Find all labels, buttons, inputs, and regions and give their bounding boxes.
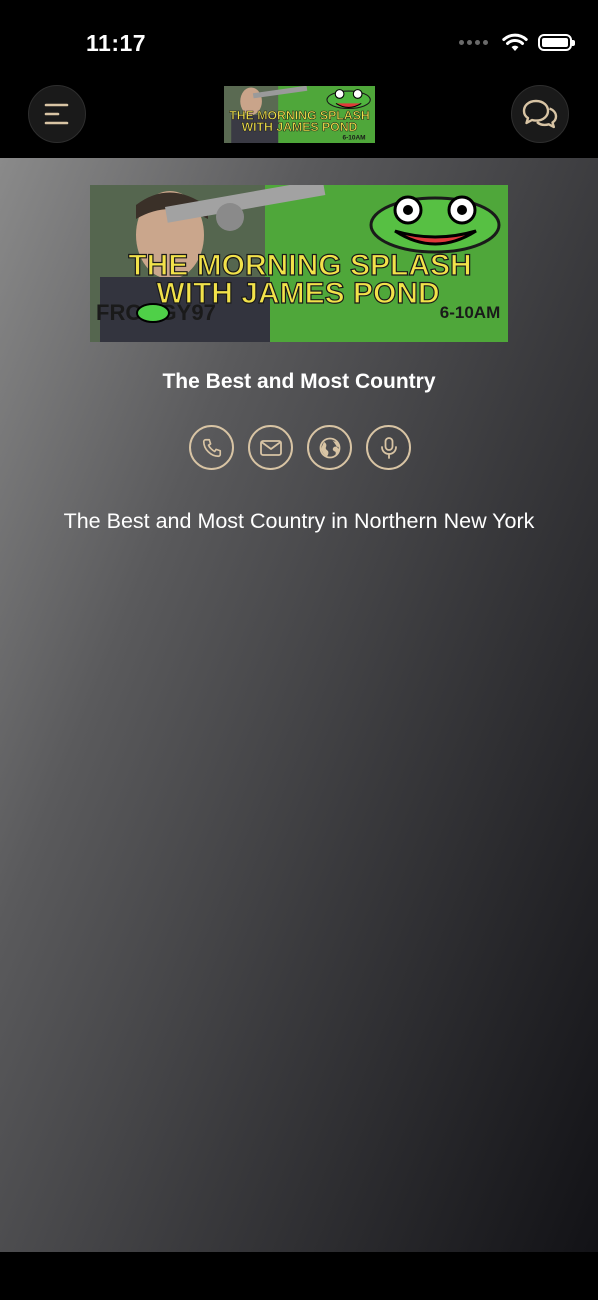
show-banner-image: THE MORNING SPLASH WITH JAMES POND FROGG…: [90, 185, 508, 342]
station-info-panel: THE MORNING SPLASH WITH JAMES POND FROGG…: [0, 158, 598, 1252]
phone-icon: [202, 438, 221, 457]
menu-button[interactable]: [28, 85, 86, 143]
banner-time-slot: 6-10AM: [440, 303, 500, 322]
app-screen: 11:17 THE MORNING SPLASH WITH JAMES POND…: [0, 0, 598, 1300]
microphone-button[interactable]: [366, 425, 411, 470]
station-description: The Best and Most Country in Northern Ne…: [63, 509, 535, 533]
status-icons: [459, 32, 575, 52]
globe-icon: [319, 437, 340, 458]
station-title: The Best and Most Country: [162, 370, 436, 393]
email-button[interactable]: [248, 425, 293, 470]
menu-icon: [44, 103, 69, 125]
status-time: 11:17: [86, 30, 147, 56]
bottom-bar: [0, 1252, 598, 1300]
contact-actions: [189, 425, 411, 470]
chat-bubbles-icon: [522, 99, 558, 129]
mail-icon: [259, 439, 282, 456]
microphone-icon: [380, 436, 397, 459]
phone-button[interactable]: [189, 425, 234, 470]
website-button[interactable]: [307, 425, 352, 470]
station-logo: THE MORNING SPLASH WITH JAMES POND 6-10A…: [224, 86, 375, 143]
navigation-bar: THE MORNING SPLASH WITH JAMES POND 6-10A…: [0, 84, 598, 158]
svg-text:6-10AM: 6-10AM: [343, 135, 366, 142]
cellular-signal-icon: [459, 39, 488, 45]
svg-text:WITH JAMES POND: WITH JAMES POND: [242, 120, 358, 134]
battery-icon: [538, 33, 575, 51]
chat-button[interactable]: [511, 85, 569, 143]
wifi-icon: [502, 33, 528, 51]
status-bar: 11:17: [0, 0, 598, 84]
